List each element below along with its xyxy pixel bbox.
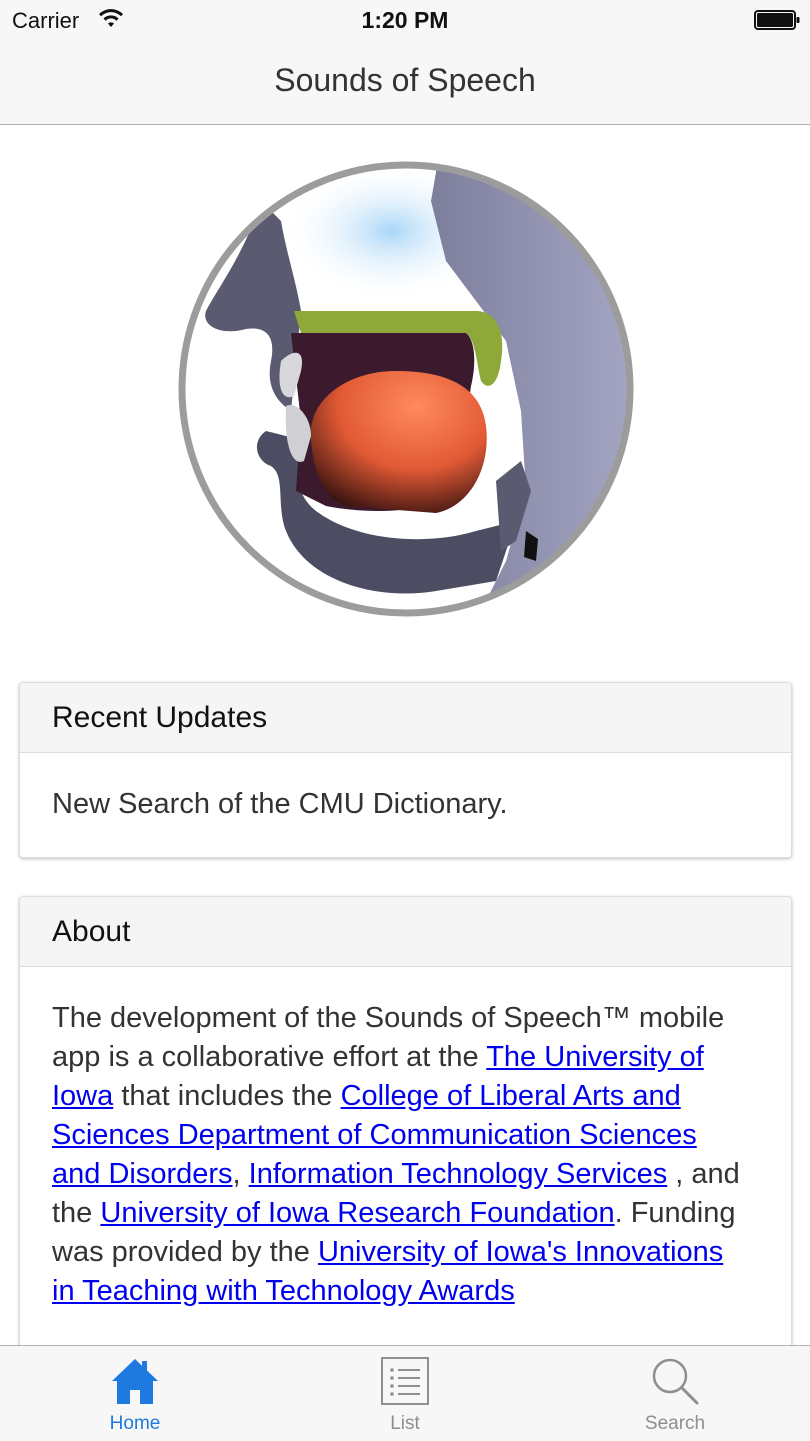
about-text: that includes the — [113, 1080, 341, 1112]
recent-updates-heading: Recent Updates — [20, 683, 791, 753]
main-content[interactable]: Recent Updates New Search of the CMU Dic… — [0, 125, 810, 1345]
battery-icon — [754, 10, 800, 30]
tab-home[interactable]: Home — [45, 1346, 225, 1441]
about-heading: About — [20, 897, 791, 967]
tab-list[interactable]: List — [315, 1346, 495, 1441]
status-bar: Carrier 1:20 PM — [0, 0, 810, 40]
page-title: Sounds of Speech — [274, 62, 536, 98]
its-link[interactable]: Information Technology Services — [249, 1158, 668, 1190]
tab-search[interactable]: Search — [585, 1346, 765, 1441]
about-panel: About The development of the Sounds of S… — [19, 896, 792, 1345]
search-icon — [652, 1358, 699, 1405]
about-body: The development of the Sounds of Speech™… — [20, 967, 791, 1311]
tab-search-label: Search — [644, 1413, 706, 1434]
tab-bar: Home List Search — [0, 1345, 810, 1441]
tab-list-label: List — [390, 1413, 420, 1434]
research-foundation-link[interactable]: University of Iowa Research Foundation — [100, 1197, 614, 1229]
navigation-bar: Sounds of Speech — [0, 40, 810, 125]
about-text: , — [232, 1158, 249, 1190]
status-time: 1:20 PM — [361, 7, 449, 33]
recent-updates-panel: Recent Updates New Search of the CMU Dic… — [19, 682, 792, 858]
list-icon — [381, 1357, 429, 1405]
tab-home-label: Home — [109, 1413, 161, 1434]
home-icon — [112, 1359, 158, 1404]
vocal-tract-logo-icon — [176, 161, 636, 621]
recent-updates-body: New Search of the CMU Dictionary. — [52, 788, 508, 820]
